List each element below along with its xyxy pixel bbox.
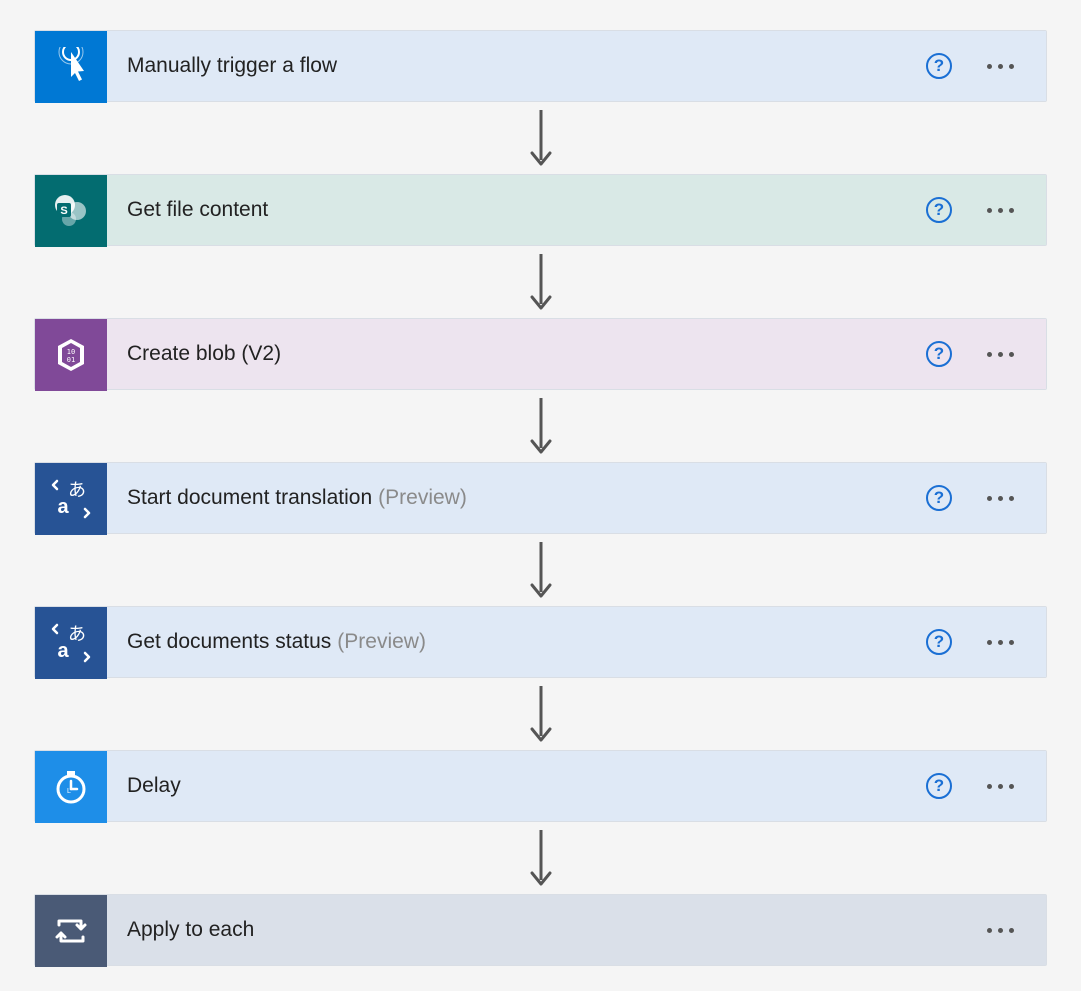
step-suffix: (Preview)	[337, 630, 426, 654]
step-body: Delay?	[107, 751, 1046, 821]
help-icon[interactable]: ?	[926, 53, 952, 79]
translate-icon	[35, 607, 107, 679]
arrow-down-icon[interactable]	[34, 246, 1047, 318]
arrow-down-icon[interactable]	[34, 822, 1047, 894]
translate-icon	[35, 463, 107, 535]
more-options-button[interactable]	[980, 640, 1020, 645]
help-icon[interactable]: ?	[926, 629, 952, 655]
more-options-button[interactable]	[980, 496, 1020, 501]
flow-step-get-file-content[interactable]: Get file content?	[34, 174, 1047, 246]
pointer-icon	[35, 31, 107, 103]
sharepoint-icon	[35, 175, 107, 247]
step-body: Get file content?	[107, 175, 1046, 245]
more-options-button[interactable]	[980, 352, 1020, 357]
step-actions: ?	[914, 53, 1046, 79]
step-actions: ?	[968, 928, 1046, 933]
more-options-button[interactable]	[980, 64, 1020, 69]
step-title: Manually trigger a flow	[127, 54, 337, 78]
step-actions: ?	[914, 197, 1046, 223]
help-icon[interactable]: ?	[926, 341, 952, 367]
flow-step-apply-to-each[interactable]: Apply to each?	[34, 894, 1047, 966]
help-icon[interactable]: ?	[926, 773, 952, 799]
flow-step-delay[interactable]: Delay?	[34, 750, 1047, 822]
blob-icon	[35, 319, 107, 391]
arrow-down-icon[interactable]	[34, 678, 1047, 750]
step-title: Apply to each	[127, 918, 254, 942]
help-icon[interactable]: ?	[926, 197, 952, 223]
step-title: Get documents status	[127, 630, 331, 654]
more-options-button[interactable]	[980, 784, 1020, 789]
step-actions: ?	[914, 341, 1046, 367]
stopwatch-icon	[35, 751, 107, 823]
help-icon[interactable]: ?	[926, 485, 952, 511]
loop-icon	[35, 895, 107, 967]
step-title: Get file content	[127, 198, 268, 222]
step-title: Delay	[127, 774, 181, 798]
step-actions: ?	[914, 629, 1046, 655]
step-actions: ?	[914, 773, 1046, 799]
arrow-down-icon[interactable]	[34, 390, 1047, 462]
flow-step-start-document-translation[interactable]: Start document translation(Preview)?	[34, 462, 1047, 534]
more-options-button[interactable]	[980, 928, 1020, 933]
step-body: Create blob (V2)?	[107, 319, 1046, 389]
more-options-button[interactable]	[980, 208, 1020, 213]
arrow-down-icon[interactable]	[34, 534, 1047, 606]
flow-step-manually-trigger-flow[interactable]: Manually trigger a flow?	[34, 30, 1047, 102]
arrow-down-icon[interactable]	[34, 102, 1047, 174]
step-title: Start document translation	[127, 486, 372, 510]
step-suffix: (Preview)	[378, 486, 467, 510]
step-body: Manually trigger a flow?	[107, 31, 1046, 101]
flow-step-get-documents-status[interactable]: Get documents status(Preview)?	[34, 606, 1047, 678]
step-title: Create blob (V2)	[127, 342, 281, 366]
step-actions: ?	[914, 485, 1046, 511]
flow-canvas: Manually trigger a flow?Get file content…	[0, 0, 1081, 991]
step-body: Apply to each?	[107, 895, 1046, 965]
step-body: Start document translation(Preview)?	[107, 463, 1046, 533]
step-body: Get documents status(Preview)?	[107, 607, 1046, 677]
flow-step-create-blob-v2[interactable]: Create blob (V2)?	[34, 318, 1047, 390]
